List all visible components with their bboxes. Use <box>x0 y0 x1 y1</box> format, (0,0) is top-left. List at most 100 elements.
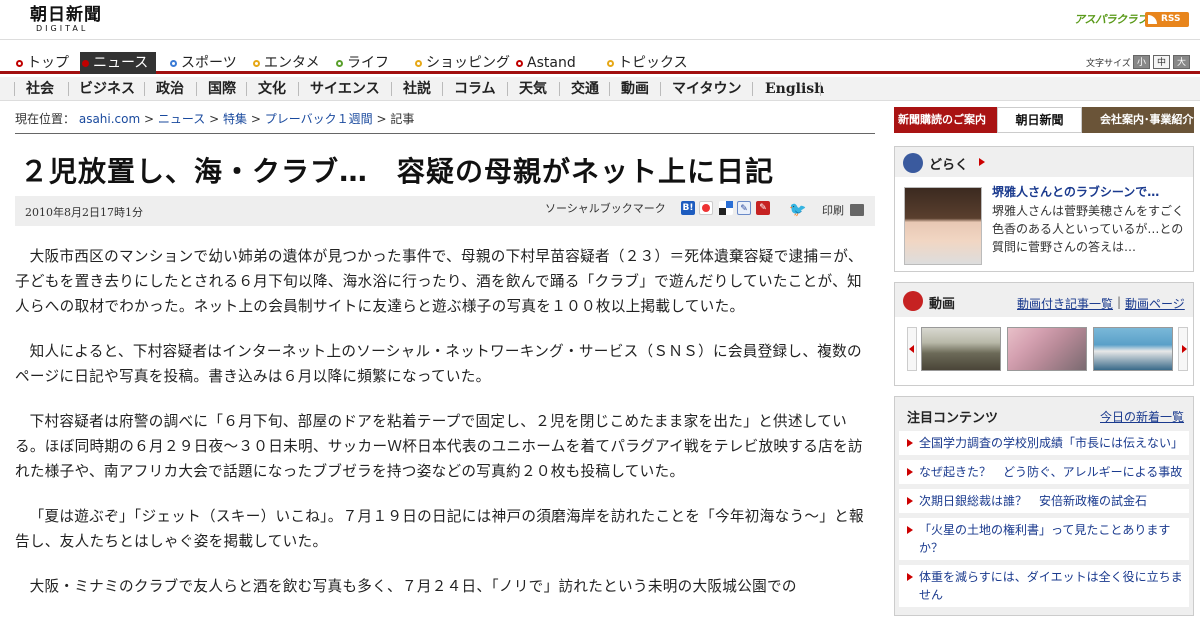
arrow-right-icon <box>979 158 985 166</box>
divider <box>144 82 145 96</box>
asparaclub-link[interactable]: アスパラクラブ <box>1074 11 1148 27</box>
subnav-item-science[interactable]: サイエンス <box>310 77 380 101</box>
article-paragraph: 「夏は遊ぶぞ」「ジェット（スキー）いこね」。７月１９日の日記には神戸の須磨海岸を… <box>15 508 864 550</box>
featured-item[interactable]: 次期日銀総裁は誰？ 安倍新政権の試金石 <box>899 489 1189 513</box>
rss-icon <box>1148 15 1157 24</box>
subnav-item-editorial[interactable]: 社説 <box>403 77 431 101</box>
subnav-item-politics[interactable]: 政治 <box>156 77 184 101</box>
breadcrumb: 現在位置： asahi.com > ニュース > 特集 > プレーバック１週間 … <box>15 110 414 127</box>
subnav-item-business[interactable]: ビジネス <box>79 77 135 101</box>
nav-dot-icon <box>253 60 260 67</box>
arrow-right-icon <box>907 468 913 476</box>
livedoor-clip-icon[interactable]: ✎ <box>737 201 751 215</box>
divider <box>14 82 15 96</box>
nav-item-astand[interactable]: Astand <box>514 52 576 74</box>
featured-item-label: 次期日銀総裁は誰？ 安倍新政権の試金石 <box>919 494 1148 508</box>
divider <box>391 82 392 96</box>
breadcrumb-item-playback[interactable]: プレーバック１週間 <box>265 112 373 126</box>
breadcrumb-item-asahi[interactable]: asahi.com <box>79 112 140 126</box>
link-separator: | <box>1117 295 1122 309</box>
video-thumbnail[interactable] <box>1093 327 1173 371</box>
nav-dot-icon <box>516 60 523 67</box>
breadcrumb-item-feature[interactable]: 特集 <box>223 112 247 126</box>
promo-banner: 新聞購読のご案内 朝日新聞 会社案内･事業紹介 <box>894 107 1194 133</box>
featured-item-label: 体重を減らすには、ダイエットは全く役に立ちません <box>919 570 1183 602</box>
doraku-title[interactable]: どらく <box>929 154 968 173</box>
buzzurl-icon[interactable] <box>699 201 713 215</box>
subnav-item-society[interactable]: 社会 <box>26 77 54 101</box>
subnav-item-weather[interactable]: 天気 <box>519 77 547 101</box>
video-box: 動画 動画付き記事一覧 | 動画ページ <box>894 282 1194 386</box>
site-header: 朝日新聞 DIGITAL アスパラクラブ RSS <box>0 0 1200 40</box>
featured-item[interactable]: なぜ起きた？ どう防ぐ、アレルギーによる事故 <box>899 460 1189 484</box>
arrow-right-icon <box>1182 345 1187 353</box>
subnav-item-video[interactable]: 動画 <box>621 77 649 101</box>
asahi-shimbun-banner-link[interactable]: 朝日新聞 <box>997 107 1082 133</box>
main-nav: トップ ニュース スポーツ エンタメ ライフ ショッピング Astand トピッ… <box>0 50 1200 74</box>
divider <box>68 82 69 96</box>
arrow-right-icon <box>907 573 913 581</box>
printer-icon[interactable] <box>850 204 864 216</box>
video-camera-icon <box>903 291 923 311</box>
article-paragraph: 下村容疑者は府警の調べに「６月下旬、部屋のドアを粘着テープで固定し、２児を閉じこ… <box>15 413 863 480</box>
rss-button[interactable]: RSS <box>1145 12 1189 27</box>
nav-item-sports[interactable]: スポーツ <box>168 52 237 74</box>
article-date: 2010年8月2日17時1分 <box>25 206 143 219</box>
nav-item-shopping[interactable]: ショッピング <box>413 52 510 74</box>
subnav-item-english[interactable]: English <box>765 77 824 101</box>
carousel-prev-button[interactable] <box>907 327 917 371</box>
nav-item-top[interactable]: トップ <box>14 52 69 74</box>
video-page-link[interactable]: 動画ページ <box>1125 295 1185 312</box>
breadcrumb-item-current: 記事 <box>390 112 415 126</box>
arrow-left-icon <box>909 345 914 353</box>
twitter-icon[interactable]: 🐦 <box>789 203 806 217</box>
subnav-item-international[interactable]: 国際 <box>208 77 236 101</box>
hatena-bookmark-icon[interactable]: B! <box>681 201 695 215</box>
subnav-item-column[interactable]: コラム <box>454 77 496 101</box>
todays-new-link[interactable]: 今日の新着一覧 <box>1100 408 1184 425</box>
delicious-icon[interactable] <box>719 201 733 215</box>
subnav-item-traffic[interactable]: 交通 <box>571 77 599 101</box>
subscription-banner-link[interactable]: 新聞購読のご案内 <box>894 107 997 133</box>
featured-content-box: 注目コンテンツ 今日の新着一覧 全国学力調査の学校別成績「市長には伝えない」 な… <box>894 396 1194 616</box>
asahi-logo[interactable]: 朝日新聞 DIGITAL <box>30 6 120 36</box>
featured-item-label: 「火星の土地の権利書」って見たことありますか？ <box>919 523 1171 555</box>
social-bookmark-label: ソーシャルブックマーク <box>545 202 666 215</box>
nav-dot-icon <box>170 60 177 67</box>
subnav-item-mytown[interactable]: マイタウン <box>672 77 741 101</box>
article-title: ２児放置し、海・クラブ… 容疑の母親がネット上に日記 <box>20 155 775 188</box>
breadcrumb-separator-icon: > <box>144 112 158 126</box>
featured-item[interactable]: 全国学力調査の学校別成績「市長には伝えない」 <box>899 431 1189 455</box>
print-label[interactable]: 印刷 <box>822 202 844 218</box>
arrow-right-icon <box>907 497 913 505</box>
video-articles-link[interactable]: 動画付き記事一覧 <box>1017 295 1113 312</box>
nav-item-entame[interactable]: エンタメ <box>251 52 320 74</box>
rss-label: RSS <box>1161 14 1181 24</box>
doraku-headline-link[interactable]: 堺雅人さんとのラブシーンで… <box>992 183 1159 200</box>
nav-item-label: スポーツ <box>181 55 237 71</box>
newsing-icon[interactable]: ✎ <box>756 201 770 215</box>
font-size-large-button[interactable]: 大 <box>1173 55 1190 69</box>
article-body: 大阪市西区のマンションで幼い姉弟の遺体が見つかった事件で、母親の下村早苗容疑者（… <box>15 244 867 619</box>
divider <box>559 82 560 96</box>
nav-item-news[interactable]: ニュース <box>80 52 157 74</box>
nav-item-life[interactable]: ライフ <box>334 52 389 74</box>
company-info-banner-link[interactable]: 会社案内･事業紹介 <box>1082 107 1194 133</box>
video-thumbnail[interactable] <box>1007 327 1087 371</box>
video-thumbnail[interactable] <box>921 327 1001 371</box>
featured-item[interactable]: 「火星の土地の権利書」って見たことありますか？ <box>899 518 1189 560</box>
subnav-item-culture[interactable]: 文化 <box>258 77 286 101</box>
divider <box>820 82 821 96</box>
divider <box>298 82 299 96</box>
article-paragraph: 大阪・ミナミのクラブで友人らと酒を飲む写真も多く、７月２４日、「ノリで」訪れたと… <box>29 578 797 595</box>
nav-item-topics[interactable]: トピックス <box>605 52 688 74</box>
carousel-next-button[interactable] <box>1178 327 1188 371</box>
featured-item[interactable]: 体重を減らすには、ダイエットは全く役に立ちません <box>899 565 1189 607</box>
divider <box>752 82 753 96</box>
doraku-photo[interactable] <box>904 187 982 265</box>
font-size-medium-button[interactable]: 中 <box>1153 55 1170 69</box>
font-size-small-button[interactable]: 小 <box>1133 55 1150 69</box>
nav-item-label: トピックス <box>618 55 688 71</box>
nav-dot-icon <box>336 60 343 67</box>
breadcrumb-item-news[interactable]: ニュース <box>158 112 205 126</box>
